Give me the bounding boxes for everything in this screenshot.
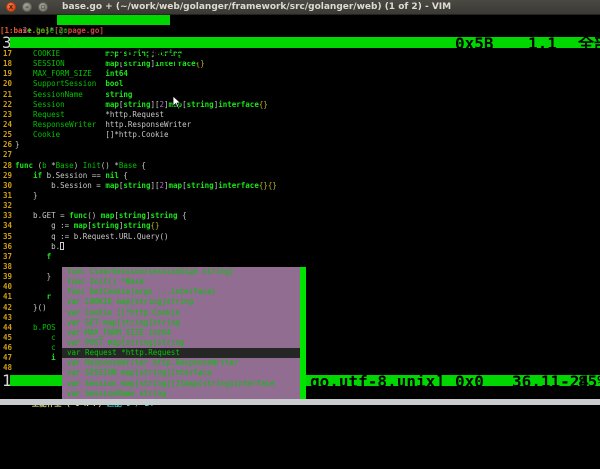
completion-popup-menu: func ClearSession(sessionSign string)fun… [62,267,306,399]
minibufexplorer-buffer-entry: 2+ base.go [18,26,68,35]
popup-item[interactable]: func ClearSession(sessionSign string) [62,267,306,277]
statusline-minibufexplorer: 3 -MiniBufExplorer- [-][none,utf-8,unix]… [0,36,600,49]
statusline-scroll-pct: 全部 [578,37,600,50]
line-number: 47 [0,353,12,363]
code-line[interactable]: 22 Session map[string][2]map[string]inte… [0,100,600,110]
statusline-hex-value: 0x5B [455,37,494,50]
insert-cursor [60,242,64,250]
code-line[interactable]: 33 b.GET = func() map[string]string { [0,211,600,221]
line-number: 24 [0,120,12,130]
line-number: 27 [0,150,12,160]
code-line[interactable]: 36 b. [0,242,600,252]
code-line[interactable]: 35 q := b.Request.URL.Query() [0,232,600,242]
popup-item[interactable]: var Session map[string][2]map[string]int… [62,379,306,389]
popup-item[interactable]: func SetCookie(args ...interface) [62,287,306,297]
window-close-button[interactable]: x [6,2,16,12]
code-line[interactable]: 29 if b.Session == nil { [0,171,600,181]
line-number: 28 [0,161,12,171]
code-line[interactable]: 24 ResponseWriter http.ResponseWriter [0,120,600,130]
code-line[interactable]: 28func (b *Base) Init() *Base { [0,161,600,171]
popup-item[interactable]: var COOKIE map[string]string [62,297,306,307]
popup-item[interactable]: var POST map[string]string [62,338,306,348]
popup-item[interactable]: var SESSION map[string]interface [62,368,306,378]
line-number: 33 [0,211,12,221]
code-line[interactable]: 23 Request *http.Request [0,110,600,120]
statusline-hex-value: 0x0 [455,375,484,388]
statusline-scroll-pct: 85% [578,375,600,388]
code-line[interactable]: 19 MAX_FORM_SIZE int64 [0,69,600,79]
line-number: 41 [0,292,12,302]
line-number: 36 [0,242,12,252]
mouse-pointer-icon [172,95,182,109]
statusline-file-info: go,utf-8,unix] [310,375,445,388]
line-number: 45 [0,333,12,343]
line-number: 31 [0,191,12,201]
line-number: 32 [0,201,12,211]
line-number: 46 [0,343,12,353]
line-number: 35 [0,232,12,242]
line-number: 42 [0,303,12,313]
vim-screen: 2+ base.go [1:base.go]*[2:page.go] 3 -Mi… [0,15,600,405]
window-minimize-button[interactable]: – [22,2,32,12]
statusline-cursor-pos: 1,1 [528,37,557,50]
code-line[interactable]: 20 SupportSession bool [0,79,600,89]
line-number: 37 [0,252,12,262]
line-number: 25 [0,130,12,140]
popup-item[interactable]: func Init() *Base [62,277,306,287]
popup-scrollbar[interactable] [300,267,306,399]
code-line[interactable]: 21 SessionName string [0,90,600,100]
window-titlebar: x – ▫ base.go + (~/work/web/golanger/fra… [0,0,600,15]
line-number: 30 [0,181,12,191]
popup-item[interactable]: var GET map[string]string [62,318,306,328]
code-line[interactable]: 25 Cookie []*http.Cookie [0,130,600,140]
code-line[interactable]: 26} [0,140,600,150]
code-line[interactable]: 37 f [0,252,600,262]
line-number: 29 [0,171,12,181]
popup-item[interactable]: var SessionName string [62,389,306,399]
statusline-buffer-name: -MiniBufExplorer- [-][none,utf-8,unix] [68,47,444,66]
popup-item-selected[interactable]: var Request *http.Request [62,348,306,358]
code-line[interactable]: 27 [0,150,600,160]
line-number: 34 [0,221,12,231]
line-number: 39 [0,272,12,282]
line-number: 26 [0,140,12,150]
code-line[interactable]: 34 g := map[string]string{} [0,221,600,231]
popup-item[interactable]: var ResponseWriter http.ResponseWriter [62,358,306,368]
code-line[interactable]: 32 [0,201,600,211]
popup-item[interactable]: var MAX_FORM_SIZE int64 [62,328,306,338]
popup-item[interactable]: var Cookie []*http.Cookie [62,308,306,318]
minibufexplorer-line[interactable]: 2+ base.go [0,15,600,26]
window-bottom-edge [0,399,600,405]
line-number: 44 [0,323,12,333]
line-number: 38 [0,262,12,272]
window-title: base.go + (~/work/web/golanger/framework… [62,2,451,12]
minibufexplorer-highlight-block [57,15,170,25]
line-number: 40 [0,282,12,292]
code-line[interactable]: 30 b.Session = map[string][2]map[string]… [0,181,600,191]
buffer-tab-line[interactable]: [1:base.go]*[2:page.go] [0,26,600,37]
line-number: 43 [0,313,12,323]
code-line[interactable]: 31 } [0,191,600,201]
window-maximize-button[interactable]: ▫ [38,2,48,12]
